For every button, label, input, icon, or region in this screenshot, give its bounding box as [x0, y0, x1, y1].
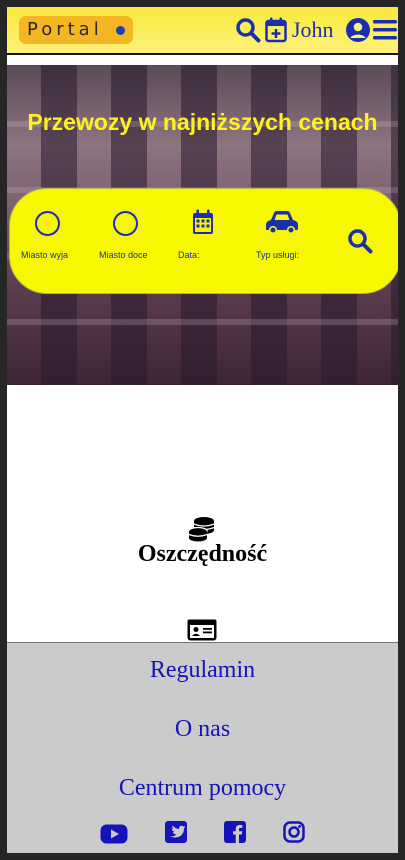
- search-icon[interactable]: [235, 17, 261, 48]
- instagram-icon[interactable]: [283, 821, 305, 848]
- service-type-label: Typ usługi:: [256, 250, 300, 260]
- user-name[interactable]: John: [292, 17, 334, 43]
- to-circle-icon: [113, 211, 138, 236]
- search-panel: Miasto wyja Miasto doce Data: Typ usługi…: [9, 188, 398, 294]
- to-city-label: Miasto doce: [99, 250, 148, 260]
- logo-dot: [116, 26, 125, 35]
- hero-title: Przewozy w najniższych cenach: [27, 109, 378, 135]
- feature-title: Oszczędność: [137, 541, 268, 567]
- youtube-icon[interactable]: [100, 824, 128, 849]
- facebook-icon[interactable]: [224, 821, 246, 848]
- app-frame: Portal John Przewozy w najniższych cenac…: [7, 7, 398, 853]
- calendar-icon: [192, 209, 214, 240]
- top-navbar: Portal John: [7, 7, 398, 55]
- logo-text: Portal: [27, 19, 103, 40]
- hero-banner: Przewozy w najniższych cenach Miasto wyj…: [7, 65, 398, 385]
- from-city-label: Miasto wyja: [21, 250, 69, 260]
- hamburger-menu-icon[interactable]: [373, 18, 397, 47]
- footer: Regulamin O nas Centrum pomocy: [7, 642, 398, 853]
- search-submit-button[interactable]: [347, 228, 373, 259]
- car-icon: [265, 210, 299, 239]
- date-label: Data:: [178, 250, 200, 260]
- calendar-plus-icon[interactable]: [265, 17, 287, 48]
- footer-link-terms[interactable]: Regulamin: [7, 657, 398, 684]
- portal-logo[interactable]: Portal: [19, 16, 133, 44]
- footer-link-help-center[interactable]: Centrum pomocy: [7, 775, 398, 802]
- footer-link-about[interactable]: O nas: [7, 716, 398, 743]
- user-circle-icon[interactable]: [345, 17, 371, 48]
- twitter-icon[interactable]: [165, 821, 187, 848]
- from-circle-icon: [35, 211, 60, 236]
